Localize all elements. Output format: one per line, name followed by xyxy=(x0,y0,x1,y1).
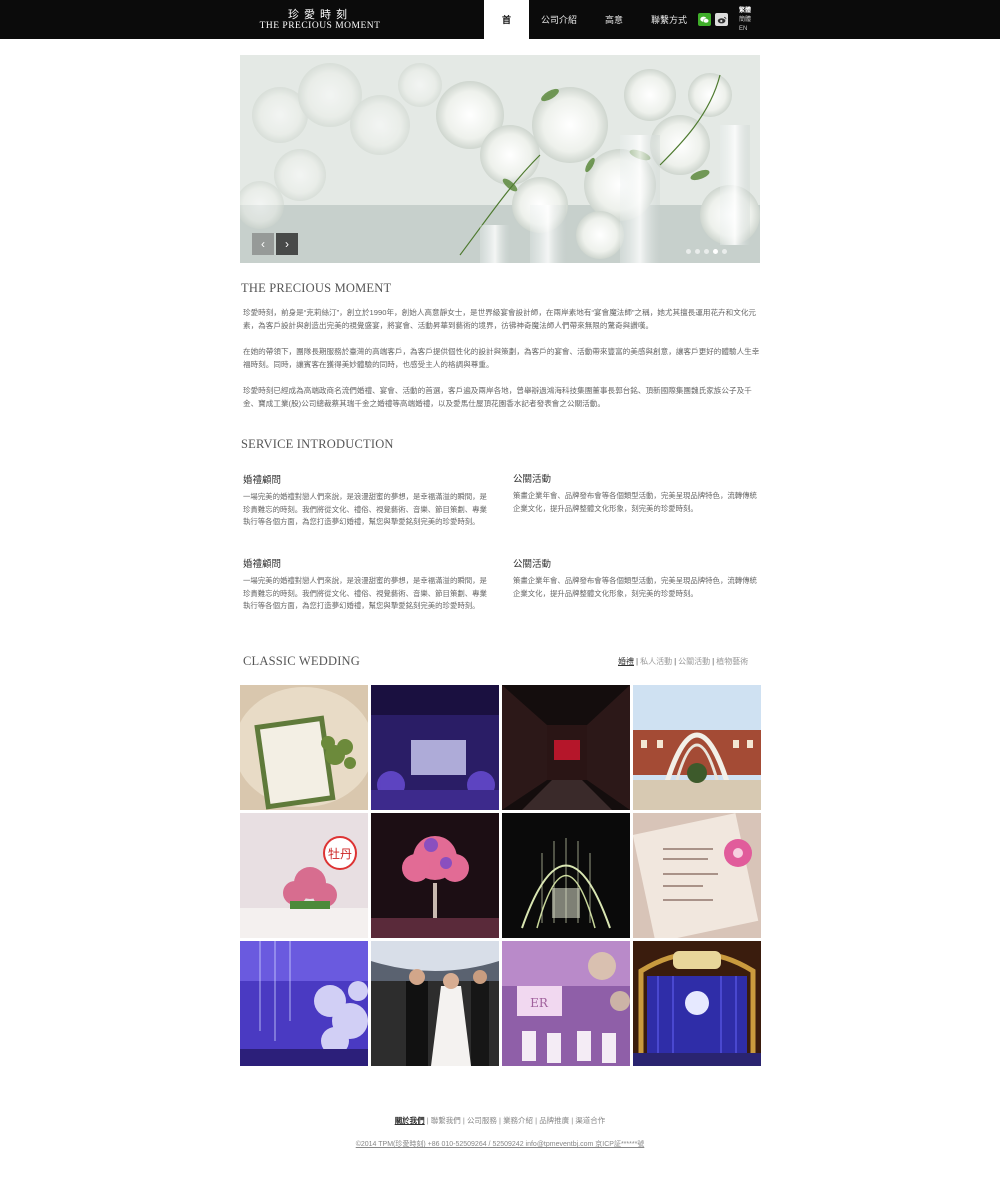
site-logo[interactable]: 珍愛時刻 THE PRECIOUS MOMENT xyxy=(255,9,385,32)
footer-link-brand[interactable]: 品牌推廣 xyxy=(539,1116,569,1125)
gallery-photo[interactable] xyxy=(502,813,630,938)
logo-chinese: 珍愛時刻 xyxy=(288,8,352,21)
language-switcher: 繁體 簡體 EN xyxy=(739,7,751,34)
service-item-title[interactable]: 婚禮顧問 xyxy=(243,556,493,570)
footer-link-services[interactable]: 公司服務 xyxy=(467,1116,497,1125)
carousel-prev-button[interactable]: ‹ xyxy=(252,233,274,255)
gallery-grid: 牡丹 ER xyxy=(240,685,761,1066)
nav-founder[interactable]: 高意靜 xyxy=(589,0,639,66)
footer-link-about[interactable]: 關於我們 xyxy=(395,1116,425,1125)
carousel-dot-3[interactable] xyxy=(704,249,709,254)
carousel-next-button[interactable]: › xyxy=(276,233,298,255)
main-nav: 首頁 公司介紹 高意靜 聯繫方式 xyxy=(484,0,699,66)
service-item-desc: 策畫企業年會、品牌發布會等各個類型活動，完美呈現品牌特色，流轉傳統企業文化，提升… xyxy=(513,576,757,598)
gallery-photo[interactable] xyxy=(633,685,761,810)
weibo-icon[interactable] xyxy=(715,13,728,26)
lang-traditional[interactable]: 繁體 xyxy=(739,7,751,16)
gallery-photo[interactable]: 牡丹 xyxy=(240,813,368,938)
footer-link-partner[interactable]: 渠道合作 xyxy=(575,1116,605,1125)
logo-english: THE PRECIOUS MOMENT xyxy=(259,21,381,31)
top-navigation-bar: 珍愛時刻 THE PRECIOUS MOMENT 首頁 公司介紹 高意靜 聯繫方… xyxy=(0,0,1000,66)
about-paragraph-2: 在她的帶領下，團隊長期服務於臺灣的高端客戶，為客戶提供個性化的設計與策劃，為客戶… xyxy=(243,347,760,369)
service-item-desc: 一場完美的婚禮對戀人們來說，是浪漫甜蜜的夢想，是幸福滿溢的瞬間，是珍貴難忘的時刻… xyxy=(243,576,487,610)
gallery-photo[interactable]: ER xyxy=(502,941,630,1066)
nav-contact[interactable]: 聯繫方式 xyxy=(639,0,699,39)
gallery-photo[interactable] xyxy=(633,941,761,1066)
service-item: 婚禮顧問 一場完美的婚禮對戀人們來說，是浪漫甜蜜的夢想，是幸福滿溢的瞬間，是珍貴… xyxy=(243,556,493,613)
service-item: 公關活動 策畫企業年會、品牌發布會等各個類型活動，完美呈現品牌特色，流轉傳統企業… xyxy=(513,556,763,600)
gallery-photo[interactable] xyxy=(633,813,761,938)
service-item-title[interactable]: 公關活動 xyxy=(513,556,763,570)
nav-home[interactable]: 首頁 xyxy=(484,0,529,66)
service-item: 公關活動 策畫企業年會、品牌發布會等各個類型活動，完美呈現品牌特色，流轉傳統企業… xyxy=(513,471,763,515)
about-title: THE PRECIOUS MOMENT xyxy=(241,281,392,295)
gallery-photo[interactable] xyxy=(371,941,499,1066)
carousel-dot-2[interactable] xyxy=(695,249,700,254)
gallery-photo[interactable] xyxy=(371,813,499,938)
hero-image-flowers xyxy=(240,55,760,263)
footer-copyright: ©2014 TPM(珍愛時刻) +86 010-52509264 / 52509… xyxy=(355,1141,645,1148)
footer-link-business[interactable]: 業務介紹 xyxy=(503,1116,533,1125)
svg-text:牡丹: 牡丹 xyxy=(328,846,352,861)
service-item-title[interactable]: 婚禮顧問 xyxy=(243,472,493,486)
services-title: SERVICE INTRODUCTION xyxy=(241,437,394,451)
gallery-photo[interactable] xyxy=(371,685,499,810)
svg-text:ER: ER xyxy=(530,996,549,1010)
lang-simplified[interactable]: 簡體 xyxy=(739,16,751,25)
carousel-dot-1[interactable] xyxy=(686,249,691,254)
gallery-filters: 婚禮 | 私人活動 | 公關活動 | 植物藝術 xyxy=(618,657,749,666)
gallery-photo[interactable] xyxy=(240,941,368,1066)
gallery-title: CLASSIC WEDDING xyxy=(243,654,361,668)
nav-company[interactable]: 公司介紹 xyxy=(529,0,589,39)
carousel-dot-5[interactable] xyxy=(722,249,727,254)
about-paragraph-1: 珍愛時刻，前身是“克莉絲汀”，創立於1990年，創始人高意靜女士，是世界級宴會設… xyxy=(243,308,757,330)
carousel-dots xyxy=(686,249,727,254)
wechat-icon[interactable] xyxy=(698,13,711,26)
filter-private[interactable]: 私人活動 xyxy=(640,657,672,666)
lang-english[interactable]: EN xyxy=(739,25,751,34)
service-item-desc: 一場完美的婚禮對戀人們來說，是浪漫甜蜜的夢想，是幸福滿溢的瞬間，是珍貴難忘的時刻… xyxy=(243,492,487,526)
footer-link-contact[interactable]: 聯繫我們 xyxy=(431,1116,461,1125)
filter-wedding[interactable]: 婚禮 xyxy=(618,657,634,666)
service-item: 婚禮顧問 一場完美的婚禮對戀人們來說，是浪漫甜蜜的夢想，是幸福滿溢的瞬間，是珍貴… xyxy=(243,472,493,529)
filter-floral[interactable]: 植物藝術 xyxy=(716,657,748,666)
gallery-photo[interactable] xyxy=(240,685,368,810)
about-paragraph-3: 珍愛時刻已經成為高端政商名流們婚禮、宴會、活動的首選，客戶遍及兩岸各地，曾舉辦過… xyxy=(243,386,752,408)
carousel-dot-4[interactable] xyxy=(713,249,718,254)
footer-links: 關於我們 | 聯繫我們 | 公司服務 | 業務介紹 | 品牌推廣 | 渠道合作 xyxy=(394,1116,606,1125)
service-item-title[interactable]: 公關活動 xyxy=(513,471,763,485)
hero-carousel: ‹ › xyxy=(240,55,760,263)
gallery-photo[interactable] xyxy=(502,685,630,810)
filter-pr[interactable]: 公關活動 xyxy=(678,657,710,666)
social-links xyxy=(698,13,728,26)
service-item-desc: 策畫企業年會、品牌發布會等各個類型活動，完美呈現品牌特色，流轉傳統企業文化，提升… xyxy=(513,491,757,513)
